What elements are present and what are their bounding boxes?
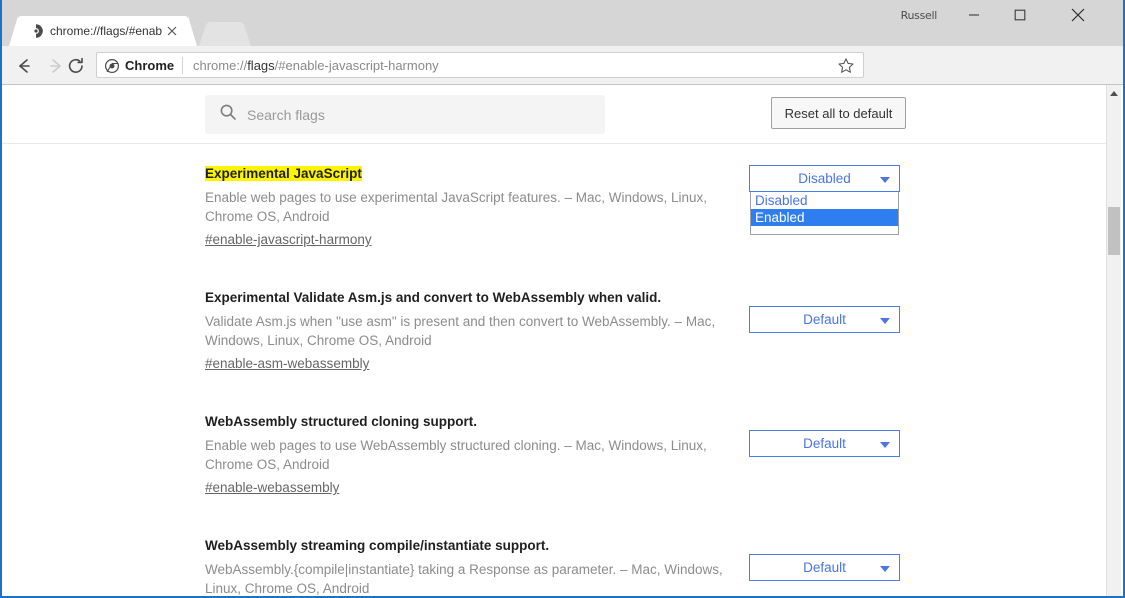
reload-icon[interactable]: [64, 54, 88, 78]
profile-name-label[interactable]: Russell: [901, 9, 938, 22]
flag-title: WebAssembly structured cloning support.: [205, 414, 478, 429]
flag-title: Experimental JavaScript: [205, 166, 362, 181]
url-prefix: chrome://: [193, 58, 248, 73]
scroll-up-icon[interactable]: [1107, 85, 1121, 101]
page-scrollbar[interactable]: [1106, 85, 1121, 596]
browser-tab[interactable]: chrome://flags/#enable-j: [9, 16, 197, 46]
search-placeholder: Search flags: [247, 106, 325, 123]
flag-text: WebAssembly streaming compile/instantiat…: [205, 537, 738, 596]
flag-select[interactable]: Default: [749, 306, 900, 333]
flag-text: Experimental JavaScript Enable web pages…: [205, 165, 738, 249]
chevron-down-icon: [880, 317, 890, 324]
flag-anchor-link[interactable]: #enable-asm-webassembly: [205, 354, 369, 373]
new-tab-button[interactable]: [199, 22, 251, 46]
back-icon[interactable]: [12, 54, 36, 78]
flag-text: WebAssembly structured cloning support. …: [205, 413, 738, 497]
flag-anchor-link[interactable]: #enable-javascript-harmony: [205, 230, 372, 249]
flag-description: Enable web pages to use WebAssembly stru…: [205, 438, 707, 472]
flag-title-wrap: WebAssembly streaming compile/instantiat…: [205, 537, 738, 555]
flag-select-option-disabled[interactable]: Disabled: [751, 192, 898, 209]
url-domain: flags: [247, 58, 275, 73]
close-window-button[interactable]: [1055, 0, 1101, 30]
flag-select-value: Disabled: [798, 171, 851, 186]
chevron-down-icon: [880, 441, 890, 448]
flag-select-option-enabled[interactable]: Enabled: [751, 209, 898, 226]
chrome-logo-icon: [104, 58, 120, 74]
radiation-hazard-icon: [28, 23, 44, 39]
flags-page: Search flags Reset all to default Experi…: [2, 85, 1108, 596]
search-input[interactable]: Search flags: [205, 95, 605, 134]
flag-select[interactable]: Disabled: [749, 165, 900, 192]
chevron-down-icon: [880, 176, 890, 183]
flag-row: Experimental JavaScript Enable web pages…: [2, 165, 1108, 265]
flag-description: Enable web pages to use experimental Jav…: [205, 190, 708, 224]
dropdown-padding: [751, 226, 898, 234]
browser-toolbar: Chrome chrome://flags/#enable-javascript…: [2, 46, 1123, 122]
flag-select-wrapper: Default: [749, 554, 900, 581]
flag-title-wrap: Experimental Validate Asm.js and convert…: [205, 289, 738, 307]
flag-title-wrap: WebAssembly structured cloning support.: [205, 413, 738, 431]
search-icon: [219, 103, 237, 126]
reset-all-to-default-button[interactable]: Reset all to default: [771, 97, 906, 129]
flag-select-wrapper: Default: [749, 306, 900, 333]
flag-row: WebAssembly structured cloning support. …: [2, 413, 1108, 513]
flag-select-value: Default: [803, 560, 846, 575]
flag-select-wrapper: Disabled Disabled Enabled: [749, 165, 900, 235]
flag-title: Experimental Validate Asm.js and convert…: [205, 290, 662, 305]
chevron-down-icon: [880, 565, 890, 572]
flag-anchor-link[interactable]: #enable-webassembly: [205, 478, 339, 497]
browser-window: chrome://flags/#enable-j Russell: [0, 0, 1125, 598]
omnibox-divider: [182, 57, 183, 74]
site-identity-chip[interactable]: Chrome: [104, 57, 175, 75]
omnibox-url: chrome://flags/#enable-javascript-harmon…: [193, 57, 439, 74]
flag-select-value: Default: [803, 436, 846, 451]
tab-title: chrome://flags/#enable-j: [50, 24, 162, 38]
maximize-button[interactable]: [997, 0, 1043, 30]
scroll-up-arrow: [1110, 90, 1118, 96]
tab-strip: chrome://flags/#enable-j Russell: [2, 0, 1123, 46]
flag-select-value: Default: [803, 312, 846, 327]
minimize-button[interactable]: [951, 0, 997, 30]
flag-description: WebAssembly.{compile|instantiate} taking…: [205, 562, 723, 596]
site-identity-label: Chrome: [125, 58, 175, 73]
flag-title: WebAssembly streaming compile/instantiat…: [205, 538, 550, 553]
scrollbar-thumb[interactable]: [1108, 207, 1120, 255]
flag-select[interactable]: Default: [749, 554, 900, 581]
flag-select[interactable]: Default: [749, 430, 900, 457]
flag-select-wrapper: Default: [749, 430, 900, 457]
url-path: /#enable-javascript-harmony: [274, 58, 439, 73]
bookmark-star-icon[interactable]: [837, 57, 855, 75]
flag-row: WebAssembly streaming compile/instantiat…: [2, 537, 1108, 596]
flag-select-dropdown[interactable]: Disabled Enabled: [750, 192, 899, 235]
flags-list: Experimental JavaScript Enable web pages…: [2, 144, 1108, 596]
close-icon[interactable]: [164, 23, 180, 39]
flags-search-row: Search flags Reset all to default: [2, 85, 1108, 144]
flag-row: Experimental Validate Asm.js and convert…: [2, 289, 1108, 389]
flag-text: Experimental Validate Asm.js and convert…: [205, 289, 738, 373]
flag-description: Validate Asm.js when "use asm" is presen…: [205, 314, 716, 348]
flag-title-wrap: Experimental JavaScript: [205, 165, 738, 183]
address-bar[interactable]: Chrome chrome://flags/#enable-javascript…: [96, 52, 864, 78]
